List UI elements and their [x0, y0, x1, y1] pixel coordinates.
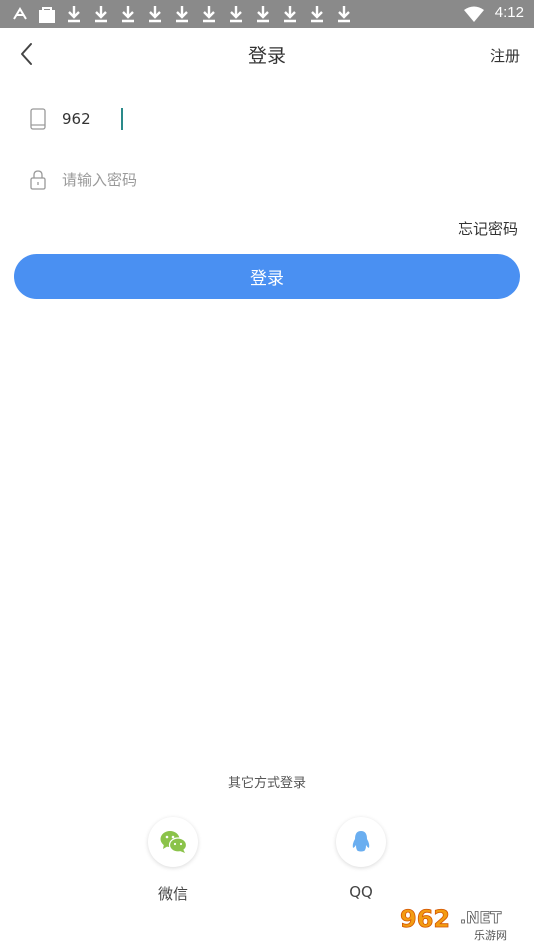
login-button[interactable]: 登录: [14, 254, 520, 299]
wechat-icon: [160, 831, 187, 853]
watermark-badge: 962 .NET 乐游网: [394, 901, 526, 943]
wechat-login-button[interactable]: [148, 817, 198, 867]
download-icon: [203, 6, 215, 23]
page-title: 登录: [247, 45, 286, 67]
qq-login-button[interactable]: [336, 817, 386, 867]
nav-bar: 登录 注册: [0, 28, 534, 80]
svg-text:乐游网: 乐游网: [474, 929, 507, 942]
phone-field: [28, 100, 506, 140]
download-icon: [149, 6, 161, 23]
register-link[interactable]: 注册: [490, 45, 520, 66]
svg-text:962: 962: [400, 905, 450, 933]
status-bar: 4:12: [0, 0, 534, 28]
download-icon: [311, 6, 323, 23]
password-input[interactable]: [62, 165, 482, 195]
download-icon: [122, 6, 134, 23]
download-icon: [68, 6, 80, 23]
download-icon: [176, 6, 188, 23]
qq-login[interactable]: QQ: [336, 817, 386, 901]
download-icon: [257, 6, 269, 23]
download-icon: [284, 6, 296, 23]
phone-input[interactable]: [62, 104, 482, 134]
svg-text:.NET: .NET: [460, 908, 501, 927]
forgot-password-link[interactable]: 忘记密码: [458, 218, 518, 239]
watermark-logo: 962 .NET 乐游网: [394, 901, 526, 943]
wifi-icon: [464, 6, 484, 22]
phone-icon: [30, 108, 46, 130]
wechat-label: 微信: [157, 885, 188, 903]
password-field: [28, 161, 506, 201]
qq-label: QQ: [349, 883, 373, 901]
bag-icon: [39, 7, 55, 23]
qq-icon: [352, 831, 370, 852]
download-icon: [230, 6, 242, 23]
status-time: 4:12: [494, 4, 524, 21]
download-icon: [338, 6, 350, 23]
wechat-login[interactable]: 微信: [148, 817, 198, 903]
other-login-label: 其它方式登录: [227, 776, 306, 791]
text-caret: [121, 108, 123, 130]
android-notification-icon: [13, 7, 27, 20]
lock-icon: [30, 170, 46, 190]
download-icon: [95, 6, 107, 23]
